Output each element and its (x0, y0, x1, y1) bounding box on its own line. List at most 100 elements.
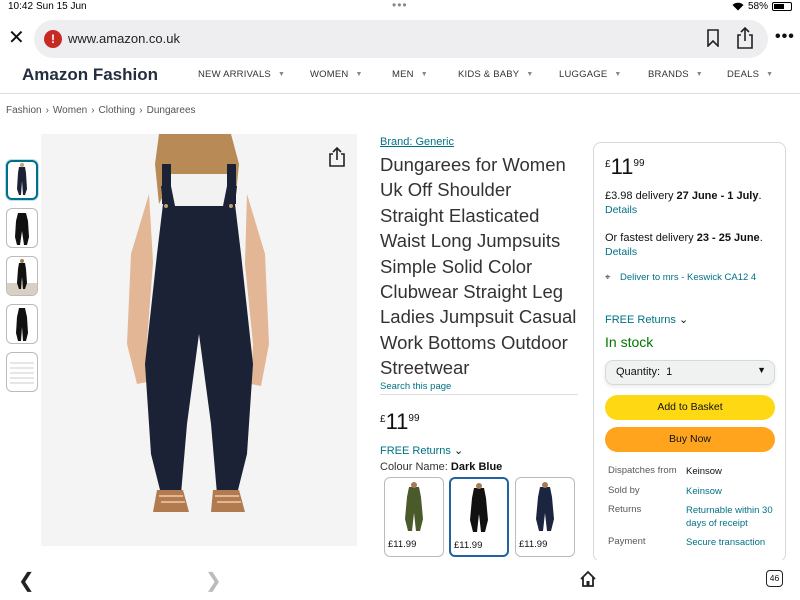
main-product-image[interactable] (41, 134, 357, 546)
price-fraction: 99 (633, 158, 645, 169)
swatch-price: £11.99 (388, 539, 417, 550)
chevron-down-icon: ▼ (695, 71, 703, 78)
more-options-icon[interactable]: ••• (775, 28, 795, 46)
bookmark-icon[interactable] (706, 29, 720, 47)
product-price: £11 99 (380, 410, 420, 434)
nav-luggage[interactable]: LUGGAGE ▼ (559, 69, 622, 80)
fastest-details-link[interactable]: Details (605, 246, 637, 258)
info-label: Sold by (608, 485, 640, 496)
free-returns-label: FREE Returns (605, 314, 676, 326)
add-to-basket-button[interactable]: Add to Basket (605, 395, 775, 420)
browser-bottom-bar: ❮ ❯ 46 (0, 560, 800, 600)
breadcrumb-separator: › (91, 105, 95, 116)
nav-label: DEALS (727, 69, 760, 80)
returns-link[interactable]: Returnable within 30 days of receipt (686, 504, 781, 530)
fastest-delivery-info: Or fastest delivery 23 - 25 June. Detail… (605, 231, 780, 259)
product-title: Dungarees for Women Uk Off Shoulder Stra… (380, 154, 577, 379)
chevron-down-icon: ⌄ (678, 314, 689, 326)
size-chart-thumbnail (10, 362, 34, 384)
breadcrumb-clothing[interactable]: Clothing (99, 105, 136, 116)
payment-link[interactable]: Secure transaction (686, 536, 781, 549)
model-wearing-dungarees (127, 134, 269, 512)
home-icon[interactable] (579, 570, 597, 588)
buybox-price: £11 99 (605, 155, 645, 179)
breadcrumb-separator: › (139, 105, 143, 116)
chevron-down-icon: ▼ (766, 71, 774, 78)
thumbnail-5[interactable] (6, 352, 38, 392)
thumbnail-4[interactable] (6, 304, 38, 344)
amazon-fashion-logo[interactable]: Amazon Fashion (22, 65, 158, 85)
tabs-count-button[interactable]: 46 (766, 570, 783, 587)
colour-name: Colour Name: Dark Blue (380, 461, 502, 473)
product-thumbnail-image (7, 259, 37, 295)
chevron-down-icon: ▼ (614, 71, 622, 78)
quantity-select[interactable]: Quantity: 1 ▼ (605, 360, 775, 385)
dungaree-body (145, 186, 253, 494)
address-bar[interactable]: ! www.amazon.co.uk (34, 20, 768, 58)
nav-women[interactable]: WOMEN ▼ (310, 69, 363, 80)
breadcrumb: Fashion › Women › Clothing › Dungarees (6, 105, 196, 116)
search-this-page-link[interactable]: Search this page (380, 381, 580, 392)
fastest-prefix: Or fastest delivery (605, 232, 697, 244)
price-whole: 11 (610, 154, 634, 179)
buy-now-button[interactable]: Buy Now (605, 427, 775, 452)
buy-box: £11 99 £3.98 delivery 27 June - 1 July. D… (593, 142, 786, 562)
divider (380, 394, 578, 395)
thumbnail-3[interactable] (6, 256, 38, 296)
status-time: 10:42 (8, 1, 34, 12)
status-bar: 10:42 Sun 15 Jun ••• 58% (0, 0, 800, 14)
deliver-to-text: Deliver to mrs - Keswick CA12 4 (620, 272, 757, 283)
breadcrumb-dungarees[interactable]: Dungarees (147, 105, 196, 116)
thumbnail-2[interactable] (6, 208, 38, 248)
nav-men[interactable]: MEN ▼ (392, 69, 428, 80)
nav-label: MEN (392, 69, 414, 80)
chevron-down-icon: ▼ (355, 71, 363, 78)
price-whole: 11 (385, 409, 409, 434)
nav-label: NEW ARRIVALS (198, 69, 271, 80)
browser-toolbar: ✕ ! www.amazon.co.uk ••• (0, 18, 800, 60)
colour-swatch-black[interactable]: £11.99 (449, 477, 509, 557)
share-icon[interactable] (327, 146, 347, 168)
battery-percent: 58% (747, 1, 768, 12)
nav-label: BRANDS (648, 69, 689, 80)
share-icon[interactable] (736, 27, 754, 49)
fastest-suffix: . (759, 232, 763, 244)
back-icon[interactable]: ❮ (18, 568, 35, 593)
nav-brands[interactable]: BRANDS ▼ (648, 69, 703, 80)
location-pin-icon: ⌖ (605, 272, 611, 283)
buybox-free-returns[interactable]: FREE Returns ⌄ (605, 313, 688, 326)
nav-deals[interactable]: DEALS ▼ (727, 69, 773, 80)
free-returns-label: FREE Returns (380, 445, 451, 457)
deliver-to-link[interactable]: ⌖ Deliver to mrs - Keswick CA12 4 (605, 271, 775, 284)
close-icon[interactable]: ✕ (8, 28, 26, 48)
info-value: Keinsow (686, 466, 722, 477)
forward-icon[interactable]: ❯ (205, 568, 222, 593)
thumbnail-1[interactable] (6, 160, 38, 200)
quantity-value: 1 (666, 366, 673, 378)
price-fraction: 99 (408, 413, 420, 424)
chevron-down-icon: ▼ (757, 365, 766, 375)
fastest-dates: 23 - 25 June (696, 232, 760, 244)
colour-swatch-dark-blue[interactable]: £11.99 (515, 477, 575, 557)
brand-link[interactable]: Brand: Generic (380, 136, 580, 148)
info-label: Dispatches from (608, 465, 677, 476)
colour-swatch-green[interactable]: £11.99 (384, 477, 444, 557)
status-date: Sun 15 Jun (36, 1, 87, 12)
url-text[interactable]: www.amazon.co.uk (68, 31, 180, 46)
multitask-dots-icon[interactable]: ••• (392, 0, 408, 12)
nav-kids-baby[interactable]: KIDS & BABY ▼ (458, 69, 533, 80)
not-secure-icon[interactable]: ! (44, 30, 62, 48)
delivery-dates: 27 June - 1 July (676, 190, 759, 202)
swatch-price: £11.99 (454, 540, 483, 551)
delivery-details-link[interactable]: Details (605, 204, 637, 216)
seller-link[interactable]: Keinsow (686, 485, 781, 498)
stock-status: In stock (605, 334, 654, 350)
free-returns-link[interactable]: FREE Returns ⌄ (380, 444, 463, 457)
swatch-image (516, 478, 574, 535)
product-title-block: Brand: Generic Dungarees for Women Uk Of… (380, 136, 580, 392)
product-thumbnail-image (17, 162, 27, 195)
nav-new-arrivals[interactable]: NEW ARRIVALS ▼ (198, 69, 285, 80)
wifi-icon (732, 2, 744, 11)
breadcrumb-women[interactable]: Women (53, 105, 87, 116)
breadcrumb-fashion[interactable]: Fashion (6, 105, 42, 116)
